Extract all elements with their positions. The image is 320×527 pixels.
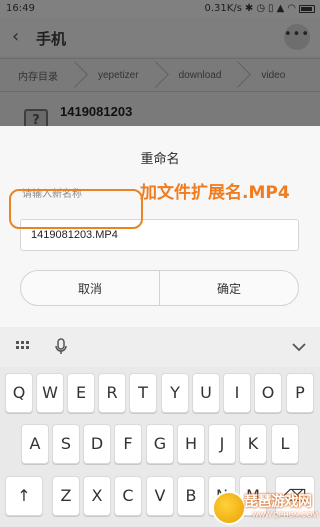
key-d[interactable]: D bbox=[83, 424, 111, 464]
key-r[interactable]: R bbox=[98, 373, 126, 413]
key-o[interactable]: O bbox=[254, 373, 282, 413]
breadcrumb-item[interactable]: 内存目录 bbox=[0, 68, 70, 83]
watermark-url: WWW.QPHGM.COM bbox=[252, 512, 319, 519]
signal-icon: ▲ bbox=[276, 3, 285, 14]
page-title: 手机 bbox=[36, 30, 67, 48]
key-a[interactable]: A bbox=[21, 424, 49, 464]
key-c[interactable]: C bbox=[114, 476, 142, 516]
keyboard-row-2: A S D F G H J K L bbox=[0, 424, 320, 466]
key-e[interactable]: E bbox=[67, 373, 95, 413]
cancel-button[interactable]: 取消 bbox=[21, 271, 159, 305]
status-time: 16:49 bbox=[6, 3, 35, 14]
key-q[interactable]: Q bbox=[5, 373, 33, 413]
watermark: 琵琶游戏网 WWW.QPHGM.COM bbox=[212, 487, 320, 527]
key-v[interactable]: V bbox=[146, 476, 174, 516]
keyboard-toolbar bbox=[0, 327, 320, 367]
key-k[interactable]: K bbox=[239, 424, 267, 464]
keyboard: Q W E R T Y U I O P A S D F G H J K L ↑ … bbox=[0, 327, 320, 527]
wifi-icon: ◠ bbox=[287, 3, 296, 14]
key-y[interactable]: Y bbox=[161, 373, 189, 413]
watermark-text: 琵琶游戏网 bbox=[244, 494, 312, 510]
breadcrumb: 内存目录 yepetizer download video bbox=[0, 58, 320, 92]
key-i[interactable]: I bbox=[223, 373, 251, 413]
mic-icon[interactable] bbox=[54, 338, 68, 356]
key-l[interactable]: L bbox=[271, 424, 299, 464]
breadcrumb-separator bbox=[70, 58, 80, 92]
dialog-hint: 请输入新名称 bbox=[22, 189, 82, 200]
more-dots-icon[interactable]: ••• bbox=[284, 24, 310, 50]
chevron-left-icon[interactable]: ‹ bbox=[12, 28, 19, 46]
key-j[interactable]: J bbox=[208, 424, 236, 464]
watermark-logo-icon bbox=[212, 491, 246, 525]
network-speed: 0.31K/s bbox=[204, 3, 242, 14]
rename-input[interactable] bbox=[20, 219, 299, 251]
battery-icon bbox=[299, 4, 315, 13]
breadcrumb-separator bbox=[233, 58, 243, 92]
key-u[interactable]: U bbox=[192, 373, 220, 413]
file-name: 1419081203 bbox=[60, 104, 133, 119]
status-bar: 16:49 0.31K/s ✱ ◷ ▯ ▲ ◠ bbox=[0, 0, 320, 18]
shift-key[interactable]: ↑ bbox=[5, 476, 43, 516]
alarm-icon: ◷ bbox=[256, 3, 266, 14]
key-z[interactable]: Z bbox=[52, 476, 80, 516]
dialog-title: 重命名 bbox=[140, 152, 180, 167]
key-h[interactable]: H bbox=[177, 424, 205, 464]
vibrate-icon: ▯ bbox=[268, 3, 274, 14]
key-b[interactable]: B bbox=[177, 476, 205, 516]
key-f[interactable]: F bbox=[114, 424, 142, 464]
annotation-text: 加文件扩展名.MP4 bbox=[140, 183, 290, 203]
chevron-down-icon[interactable] bbox=[292, 340, 306, 354]
rename-dialog: 重命名 请输入新名称 加文件扩展名.MP4 取消 确定 bbox=[0, 126, 320, 327]
keyboard-row-1: Q W E R T Y U I O P bbox=[0, 373, 320, 415]
key-s[interactable]: S bbox=[52, 424, 80, 464]
key-t[interactable]: T bbox=[129, 373, 157, 413]
app-bar: ‹ 手机 ••• bbox=[0, 18, 320, 56]
file-row[interactable]: ? 1419081203 bbox=[0, 96, 320, 133]
bluetooth-icon: ✱ bbox=[244, 3, 254, 14]
breadcrumb-item[interactable]: video bbox=[243, 70, 297, 81]
key-p[interactable]: P bbox=[286, 373, 314, 413]
breadcrumb-item[interactable]: download bbox=[161, 70, 234, 81]
confirm-button[interactable]: 确定 bbox=[160, 271, 298, 305]
key-g[interactable]: G bbox=[146, 424, 174, 464]
status-icons: 0.31K/s ✱ ◷ ▯ ▲ ◠ bbox=[205, 3, 315, 14]
dialog-buttons: 取消 确定 bbox=[20, 270, 299, 306]
grid-icon[interactable] bbox=[16, 341, 29, 351]
key-w[interactable]: W bbox=[36, 373, 64, 413]
breadcrumb-separator bbox=[151, 58, 161, 92]
breadcrumb-item[interactable]: yepetizer bbox=[80, 70, 151, 81]
key-x[interactable]: X bbox=[83, 476, 111, 516]
